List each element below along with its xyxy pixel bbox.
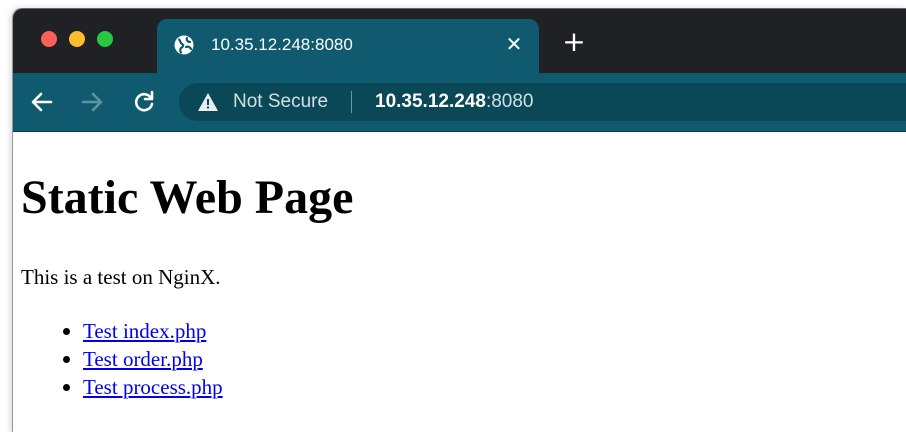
link-test-process[interactable]: Test process.php xyxy=(83,375,223,399)
list-item: Test process.php xyxy=(63,373,223,401)
page-paragraph: This is a test on NginX. xyxy=(21,265,221,289)
window-close-button[interactable] xyxy=(41,31,57,47)
link-test-order[interactable]: Test order.php xyxy=(83,347,203,371)
bullet xyxy=(63,356,70,363)
bullet xyxy=(63,328,70,335)
arrow-right-icon[interactable] xyxy=(79,89,105,115)
browser-window: 10.35.12.248:8080 ✕ + Not Secure 10.35.1… xyxy=(12,8,906,432)
url-port: :8080 xyxy=(485,91,534,112)
screenshot-frame: 10.35.12.248:8080 ✕ + Not Secure 10.35.1… xyxy=(0,0,906,432)
arrow-left-icon[interactable] xyxy=(29,89,55,115)
page-title: Static Web Page xyxy=(21,171,354,224)
bullet xyxy=(63,384,70,391)
window-maximize-button[interactable] xyxy=(97,31,113,47)
list-item: Test order.php xyxy=(63,345,223,373)
reload-icon[interactable] xyxy=(131,89,157,115)
list-item: Test index.php xyxy=(63,317,223,345)
window-minimize-button[interactable] xyxy=(69,31,85,47)
url-host: 10.35.12.248 xyxy=(375,91,486,112)
page-content: Static Web Page This is a test on NginX.… xyxy=(13,132,906,432)
title-bar: 10.35.12.248:8080 ✕ + xyxy=(13,9,906,73)
globe-icon xyxy=(174,35,194,55)
link-list: Test index.php Test order.php Test proce… xyxy=(21,317,223,401)
url-text[interactable]: 10.35.12.248:8080 xyxy=(375,91,534,113)
browser-toolbar: Not Secure 10.35.12.248:8080 xyxy=(13,73,906,132)
security-status-label[interactable]: Not Secure xyxy=(233,91,328,113)
tab-close-icon[interactable]: ✕ xyxy=(503,33,525,55)
tab-title: 10.35.12.248:8080 xyxy=(211,35,353,54)
omnibox-divider xyxy=(351,91,352,113)
warning-triangle-icon[interactable] xyxy=(197,92,219,112)
tab-active[interactable]: 10.35.12.248:8080 ✕ xyxy=(157,19,539,73)
link-test-index[interactable]: Test index.php xyxy=(83,319,206,343)
address-bar[interactable]: Not Secure 10.35.12.248:8080 xyxy=(179,83,906,121)
new-tab-button[interactable]: + xyxy=(561,28,587,56)
